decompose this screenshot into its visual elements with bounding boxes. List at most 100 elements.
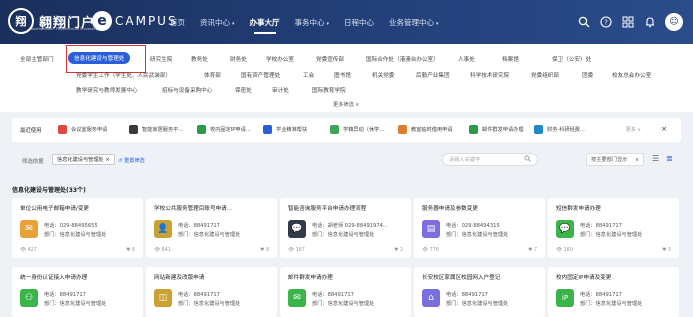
card-dept: 部门：信息化建设与管理处 [580,232,643,238]
home-network-icon: ⌂ [422,289,440,307]
service-card[interactable]: 服务器申请及参数变更 ▤ 电话：029-88494315 部门：信息化建设与管理… [414,198,545,258]
dept-youth-league[interactable]: 团委 [582,71,593,79]
recent-item[interactable]: 学业精准帮扶 [263,125,307,134]
dept-publicity[interactable]: 党委宣传部 [316,55,344,63]
filter-label: 筛选依据 [22,159,44,165]
card-phone: 电话：88491717 [580,292,622,298]
dept-international[interactable]: 国际合作处（港澳台办公室） [366,55,439,63]
dept-info-construction[interactable]: 信息化建设与管理处 [68,52,131,64]
service-card[interactable]: 校内固定IP申请及变更 iP 电话：88491717 部门：信息化建设与管理处 [548,267,679,317]
dept-intl-education[interactable]: 国际教育学院 [312,86,346,94]
service-card[interactable]: 统一身份认证接入申请办理 ⚇ 电话：88491717 部门：信息化建设与管理处 [12,267,143,317]
service-card[interactable]: 网站新建及改版申请 ◫ 电话：88491717 部门：信息化建设与管理处 [146,267,277,317]
search-input[interactable]: 请输入关键字 [442,153,538,166]
filter-tag[interactable]: 信息化建设与管理处 × [52,154,115,165]
department-filter-panel: 全部主管部门 信息化建设与管理处 研究生院 教务处 财务处 学校办公室 党委宣传… [0,44,693,112]
card-phone: 电话：88491717 [446,292,488,298]
main-nav: 首页 资讯中心 ▾ 办事大厅 事务中心 ▾ 日程中心 业务管理中心 ▾ [170,0,454,44]
card-dept: 部门：信息化建设与管理处 [580,301,643,307]
nav-schedule[interactable]: 日程中心 [344,17,374,28]
dept-alumni[interactable]: 校友总会办公室 [612,71,651,79]
dept-science-tech[interactable]: 科学技术研究院 [470,71,509,79]
search-icon[interactable] [577,15,591,29]
card-dept: 部门：信息化建设与管理处 [44,301,107,307]
service-card[interactable]: 邮件群发申请办理 ✉ 电话：88491717 部门：信息化建设与管理处 [280,267,411,317]
service-card[interactable]: 智能咨询服务平台申请办理流程 💬 电话：胡老师 029-88491974... … [280,198,411,258]
dept-student-affairs[interactable]: 党委学生工作（学生处、人民武装部） [76,71,171,79]
card-title: 短信群发申请办理 [556,206,601,212]
dept-organization[interactable]: 党委组织部 [531,71,559,79]
recent-item[interactable]: 会议室服务申请 [58,125,107,134]
dept-academic-affairs[interactable]: 教务处 [191,55,208,63]
nav-service-hall[interactable]: 办事大厅 [250,17,280,34]
nav-news[interactable]: 资讯中心 ▾ [200,17,235,28]
dept-finance[interactable]: 财务处 [230,55,247,63]
dept-assets[interactable]: 国有资产管理处 [241,71,280,79]
user-avatar[interactable]: ☺ [665,13,683,31]
service-card[interactable]: 长安校区家属区校园网入户登记 ⌂ 电话：88491717 部门：信息化建设与管理… [414,267,545,317]
student-status-icon [330,125,339,134]
card-dept: 部门：信息化建设与管理处 [44,232,107,238]
recent-item[interactable]: 智能家居服务平... [129,125,183,134]
recent-item[interactable]: 财务-科研经费... [534,125,585,134]
sort-select[interactable]: 按主要部门显示 ∨ [586,153,644,166]
service-card[interactable]: 短信群发申请办理 💬 电话：88491717 部门：信息化建设与管理处 👁 18… [548,198,679,258]
sms-icon: 💬 [556,220,574,238]
dept-logistics[interactable]: 后勤产业集团 [416,71,450,79]
more-filter-toggle[interactable]: 更多筛选 ∨ [333,101,359,108]
dept-audit[interactable]: 审计处 [272,86,289,94]
search-icon [524,155,531,164]
dept-personnel[interactable]: 人事处 [458,55,475,63]
card-title: 学校公共服务管理目账号申请... [154,206,233,212]
dept-union[interactable]: 工会 [303,71,314,79]
card-dept: 部门：信息化建设与管理处 [178,301,241,307]
view-count: 👁 427 [20,248,37,253]
card-phone: 电话：88491717 [580,223,622,229]
card-title: 服务器申请及参数变更 [422,206,478,212]
dept-archives[interactable]: 档案馆 [502,55,519,63]
dept-graduate-school[interactable]: 研究生院 [150,55,172,63]
account-icon: 👤 [154,220,172,238]
view-count: 👁 641 [154,248,171,253]
dept-party-committee[interactable]: 机关党委 [372,71,394,79]
recent-item[interactable]: 校内固定IP申请... [197,125,251,134]
bell-icon[interactable] [643,15,657,29]
nav-home[interactable]: 首页 [170,17,185,28]
nav-business[interactable]: 业务管理中心 ▾ [389,17,439,28]
dept-all[interactable]: 全部主管部门 [20,55,54,63]
ecampus-e-icon: e [92,11,112,31]
dept-confidentiality[interactable]: 保密处 [235,86,252,94]
like-count: ♥ 2 [394,248,403,253]
card-title: 网站新建及改版申请 [154,275,205,281]
nav-affairs[interactable]: 事务中心 ▾ [295,17,330,28]
card-dept: 部门：信息化建设与管理处 [312,301,375,307]
view-count: 👁 167 [288,248,305,253]
list-view-icon[interactable]: ☰ [652,154,659,163]
chevron-down-icon: ▾ [436,20,439,27]
service-card[interactable]: 单位公用电子邮箱申请/变更 ✉ 电话：029-88495655 部门：信息化建设… [12,198,143,258]
server-icon: ▤ [422,220,440,238]
ip-icon: iP [556,289,574,307]
recent-item[interactable]: 教室临时借用申请 [398,125,453,134]
dept-school-office[interactable]: 学校办公室 [266,55,294,63]
help-icon[interactable]: ? [599,15,613,29]
grid-icon[interactable] [621,15,635,29]
card-phone: 电话：胡老师 029-88491974... [312,223,388,229]
card-phone: 电话：88491717 [44,292,86,298]
classroom-icon [398,125,407,134]
recent-more-toggle[interactable]: 更多 ∨ [626,126,641,133]
recent-item[interactable]: 学籍异动（休学... [330,125,384,134]
close-icon[interactable]: × [661,125,667,133]
dept-sports[interactable]: 体育部 [204,71,221,79]
detail-view-icon[interactable]: ≣ [666,154,673,163]
dept-security[interactable]: 保卫（公安）处 [552,55,591,63]
reset-filter-button[interactable]: ↺ 重置筛选 [118,157,145,164]
dept-library[interactable]: 图书馆 [334,71,351,79]
dept-teaching-research[interactable]: 教学研究与教师发展中心 [76,86,138,94]
service-card[interactable]: 学校公共服务管理目账号申请... 👤 电话：88491717 部门：信息化建设与… [146,198,277,258]
mail-icon [469,125,478,134]
recent-item[interactable]: 邮件群发申请办理 [469,125,524,134]
card-title: 长安校区家属区校园网入户登记 [422,275,501,281]
identity-icon: ⚇ [20,289,38,307]
dept-procurement[interactable]: 招标与设备采购中心 [162,86,212,94]
